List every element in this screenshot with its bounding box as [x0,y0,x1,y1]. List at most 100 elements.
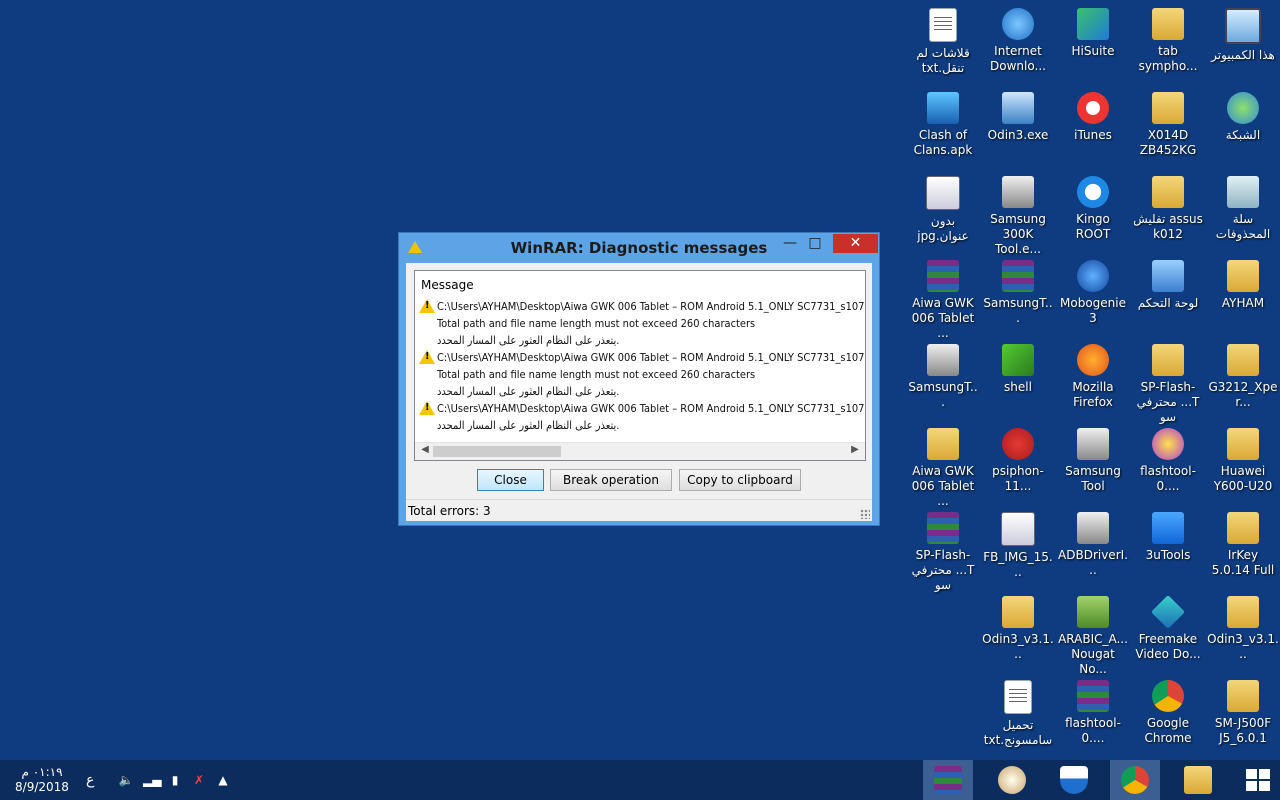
desktop-icon-label: Internet Downlo... [990,44,1046,73]
message-path[interactable]: C:\Users\AYHAM\Desktop\Aiwa GWK 006 Tabl… [437,351,864,364]
desktop-icon[interactable]: سلة المحذوفات [1207,176,1279,242]
close-button[interactable]: Close [477,469,544,491]
desktop-icon[interactable]: Freemake Video Do... [1132,595,1204,662]
winrar-archive-icon [927,512,959,544]
desktop-icon[interactable]: SamsungT... [982,260,1054,326]
desktop-icon-label: Odin3.exe [987,128,1049,142]
desktop-icon[interactable]: الشبكة [1207,92,1279,143]
desktop-icon-label: FB_IMG_15... [983,550,1053,579]
desktop-icon[interactable]: Mozilla Firefox [1057,344,1129,410]
zip-folder-icon [1002,596,1034,628]
desktop-icon[interactable]: Samsung 300K Tool.e... [982,176,1054,257]
start-button[interactable] [1246,769,1270,791]
minimize-button[interactable]: — [779,235,801,255]
desktop-icon[interactable]: Odin3_v3.1... [982,596,1054,662]
message-list[interactable]: Message C:\Users\AYHAM\Desktop\Aiwa GWK … [414,270,866,461]
desktop-icon[interactable]: SP-Flash-T... محترفي سو [907,512,979,593]
desktop-icon-label: Clash of Clans.apk [913,128,973,157]
message-path[interactable]: C:\Users\AYHAM\Desktop\Aiwa GWK 006 Tabl… [437,300,864,313]
desktop-icon[interactable]: Odin3.exe [982,92,1054,143]
desktop-icon[interactable]: Kingo ROOT [1057,176,1129,242]
scroll-right-icon[interactable]: ▶ [847,444,863,455]
kingo-root-icon [1077,176,1109,208]
desktop-icon[interactable]: بدون عنوان.jpg [907,176,979,244]
desktop-icon-label: SamsungT... [908,380,978,409]
desktop-icon[interactable]: SamsungT... [907,344,979,410]
desktop-icon-label: Odin3_v3.1... [982,632,1054,661]
desktop-icon[interactable]: هذا الكمبيوتر [1207,8,1279,63]
desktop-icon[interactable]: SM-J500F J5_6.0.1 [1207,680,1279,746]
message-path[interactable]: C:\Users\AYHAM\Desktop\Aiwa GWK 006 Tabl… [437,402,864,415]
desktop-icon[interactable]: flashtool-0.... [1132,428,1204,494]
break-operation-button[interactable]: Break operation [550,469,672,491]
desktop-icon[interactable]: flashtool-0.... [1057,680,1129,746]
desktop-icon[interactable]: G3212_Xper... [1207,344,1279,410]
taskbar-paint[interactable] [987,760,1037,800]
network-disconnected-icon[interactable]: ✗ [191,773,207,787]
maximize-button[interactable]: □ [804,235,826,255]
desktop-icon-label: 3uTools [1145,548,1191,562]
image-file-icon [1001,512,1035,546]
message-arabic[interactable]: يتعذر على النظام العثور على المسار المحد… [437,334,619,347]
close-window-button[interactable]: ✕ [833,234,878,253]
desktop-icon[interactable]: AYHAM [1207,260,1279,311]
message-arabic[interactable]: يتعذر على النظام العثور على المسار المحد… [437,385,619,398]
message-arabic[interactable]: يتعذر على النظام العثور على المسار المحد… [437,419,619,432]
desktop-icon[interactable]: Odin3_v3.1... [1207,596,1279,662]
desktop-icon-label: تحميل سامسونج.txt [983,718,1053,747]
message-detail[interactable]: Total path and file name length must not… [437,317,755,330]
desktop-icon[interactable]: Huawei Y600-U20 [1207,428,1279,494]
scroll-left-icon[interactable]: ◀ [417,444,433,455]
desktop-icon[interactable]: Aiwa GWK 006 Tablet ... [907,428,979,509]
desktop-icon[interactable]: Aiwa GWK 006 Tablet ... [907,260,979,341]
taskbar-chrome[interactable] [1110,760,1160,800]
desktop-icon[interactable]: ARABIC_A... Nougat No... [1057,596,1129,677]
desktop-icon[interactable]: Mobogenie3 [1057,260,1129,326]
hisuite-icon [1077,8,1109,40]
desktop-icon[interactable]: psiphon-11... [982,428,1054,494]
folder-icon [1152,8,1184,40]
taskbar-winrar[interactable] [923,760,973,800]
battery-icon[interactable]: ▮ [167,773,183,787]
desktop-icon[interactable]: assus تفليش k012 [1132,176,1204,242]
desktop-icon[interactable]: IrKey 5.0.14 Full [1207,512,1279,578]
clock[interactable]: ٠١:١٩ م 8/9/2018 [10,765,74,795]
desktop-icon[interactable]: shell [982,344,1054,395]
desktop-icon[interactable]: قلاشات لم تنقل.txt [907,8,979,76]
desktop-icon-label: HiSuite [1071,44,1115,58]
windows-logo-icon [1246,781,1257,791]
desktop-icon[interactable]: 3uTools [1132,512,1204,563]
psiphon-icon [1002,428,1034,460]
desktop-icon-label: بدون عنوان.jpg [917,214,969,243]
desktop-icon[interactable]: HiSuite [1057,8,1129,59]
message-detail[interactable]: Total path and file name length must not… [437,368,755,381]
desktop-icon[interactable]: tab sympho... [1132,8,1204,74]
desktop-icon[interactable]: Internet Downlo... [982,8,1054,74]
show-hidden-icons-icon[interactable]: ▲ [215,773,231,787]
desktop-icon[interactable]: تحميل سامسونج.txt [982,680,1054,748]
input-language-indicator[interactable]: ع [86,772,94,788]
folder-icon [1152,176,1184,208]
desktop-icon[interactable]: لوحة التحكم [1132,260,1204,311]
window-titlebar[interactable]: WinRAR: Diagnostic messages — □ ✕ [399,233,879,263]
horizontal-scrollbar[interactable]: ◀ ▶ [415,442,865,460]
desktop-icon[interactable]: iTunes [1057,92,1129,143]
desktop-icon[interactable]: Google Chrome [1132,680,1204,746]
desktop-icon[interactable]: SP-Flash-T... محترفي سو [1132,344,1204,425]
taskbar-file-explorer[interactable] [1173,760,1223,800]
windows-logo-icon [1259,781,1270,791]
signal-icon[interactable]: ▂▄ [143,773,161,787]
desktop-icon[interactable]: FB_IMG_15... [982,512,1054,580]
desktop-icon[interactable]: Clash of Clans.apk [907,92,979,158]
scrollbar-thumb[interactable] [433,446,561,457]
desktop-icon[interactable]: X014D ZB452KG [1132,92,1204,158]
resize-grip-icon[interactable] [860,509,870,519]
copy-to-clipboard-button[interactable]: Copy to clipboard [679,469,801,491]
taskbar-defender[interactable] [1049,760,1099,800]
winrar-archive-icon [1002,260,1034,292]
desktop-icon[interactable]: ADBDriverI... [1057,512,1129,578]
desktop-icon-label: Kingo ROOT [1075,212,1111,241]
desktop-icon[interactable]: Samsung Tool [1057,428,1129,494]
volume-icon[interactable]: 🔈 [118,773,134,787]
folder-icon [1227,344,1259,376]
